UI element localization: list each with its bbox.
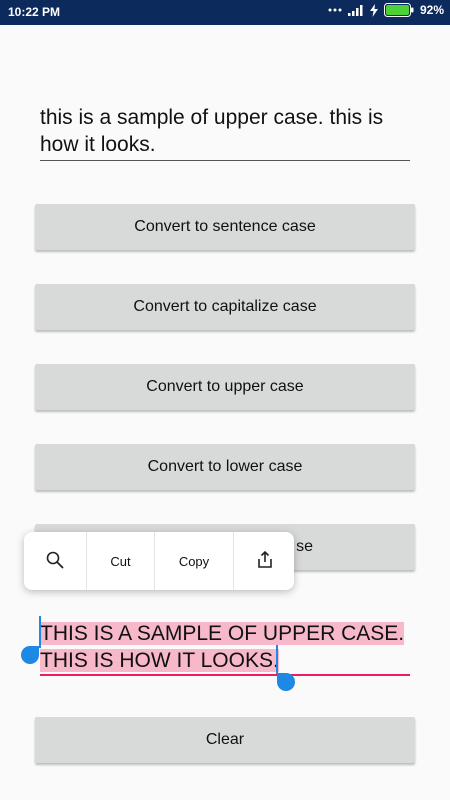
status-icons: 92% (328, 3, 444, 17)
selection-start-handle[interactable] (21, 646, 39, 664)
output-underline (40, 674, 410, 676)
convert-upper-case-button[interactable]: Convert to upper case (35, 364, 415, 410)
clear-button[interactable]: Clear (35, 717, 415, 763)
convert-lower-case-button[interactable]: Convert to lower case (35, 444, 415, 490)
selection-end-caret (276, 645, 278, 674)
charging-icon (369, 3, 378, 17)
status-time: 10:22 PM (8, 5, 61, 19)
output-text-field[interactable]: THIS IS A SAMPLE OF UPPER CASE. THIS IS … (40, 620, 415, 674)
selection-start-caret (39, 616, 41, 648)
search-icon (46, 551, 64, 572)
signal-icon (347, 4, 364, 16)
menu-share[interactable] (234, 532, 296, 590)
text-input-underline (40, 160, 410, 161)
menu-copy[interactable]: Copy (155, 532, 234, 590)
text-input[interactable]: this is a sample of upper case. this is … (40, 104, 410, 158)
menu-cut[interactable]: Cut (87, 532, 155, 590)
text-selection-menu: Cut Copy (24, 532, 294, 590)
battery-icon (383, 3, 414, 17)
status-bar: 10:22 PM 92% (0, 0, 450, 25)
battery-percent: 92% (419, 3, 444, 17)
more-dots-icon (328, 7, 342, 13)
partial-button-label: se (296, 538, 313, 555)
output-line-2: THIS IS HOW IT LOOKS. (40, 649, 279, 672)
selection-end-handle[interactable] (277, 673, 295, 691)
convert-capitalize-case-button[interactable]: Convert to capitalize case (35, 284, 415, 330)
menu-search[interactable] (24, 532, 87, 590)
convert-sentence-case-button[interactable]: Convert to sentence case (35, 204, 415, 250)
output-line-1: THIS IS A SAMPLE OF UPPER CASE. (40, 622, 405, 645)
share-icon (256, 550, 274, 572)
